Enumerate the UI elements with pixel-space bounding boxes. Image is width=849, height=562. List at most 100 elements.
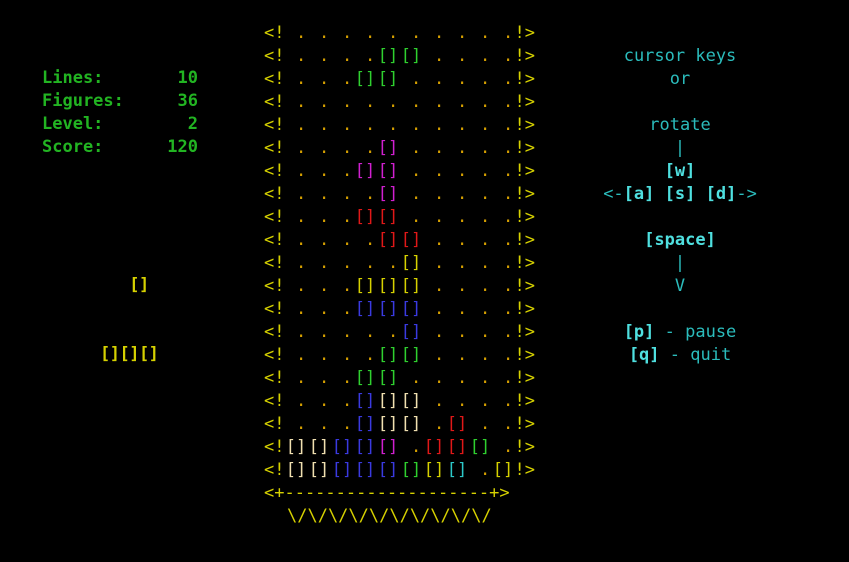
empty-cell: .: [354, 322, 376, 342]
empty-cell: .: [331, 391, 353, 411]
empty-cell: .: [446, 368, 468, 388]
block-cell: []: [354, 69, 376, 89]
block-cell: []: [354, 299, 376, 319]
empty-cell: .: [331, 322, 353, 342]
right-wall: !>: [514, 161, 535, 181]
key-rotate: [w]: [664, 161, 696, 181]
empty-cell: .: [285, 253, 307, 273]
left-wall: <!: [264, 437, 285, 457]
empty-cell: .: [469, 299, 491, 319]
empty-cell: .: [308, 276, 330, 296]
score-value: 120: [167, 137, 198, 157]
right-wall: !>: [514, 368, 535, 388]
quit-label: - quit: [659, 345, 732, 365]
right-wall: !>: [514, 276, 535, 296]
empty-cell: .: [446, 345, 468, 365]
left-wall: <!: [264, 299, 285, 319]
left-wall: <!: [264, 207, 285, 227]
right-wall: !>: [514, 138, 535, 158]
empty-cell: .: [331, 138, 353, 158]
next-piece-row-2: [][][]: [100, 344, 159, 364]
well-row: <! . . . .[][] . . . . !>: [264, 45, 535, 68]
empty-cell: .: [423, 322, 445, 342]
figures-label: Figures:: [42, 91, 124, 111]
key-drop: [space]: [644, 230, 716, 250]
empty-cell: .: [446, 184, 468, 204]
left-wall: <!: [264, 138, 285, 158]
next-piece-row-1: []: [100, 275, 149, 295]
empty-cell: .: [308, 184, 330, 204]
block-cell: []: [377, 276, 399, 296]
empty-cell: .: [331, 345, 353, 365]
empty-cell: .: [285, 23, 307, 43]
empty-cell: .: [469, 414, 491, 434]
empty-cell: .: [492, 345, 514, 365]
empty-cell: .: [492, 299, 514, 319]
right-wall: !>: [514, 414, 535, 434]
empty-cell: .: [446, 69, 468, 89]
key-left: [a]: [623, 184, 655, 204]
well-row: <! . . .[][] . . . . . !>: [264, 206, 535, 229]
empty-cell: .: [492, 161, 514, 181]
block-cell: []: [354, 161, 376, 181]
level-label: Level:: [42, 114, 104, 134]
empty-cell: .: [331, 92, 353, 112]
empty-cell: .: [423, 253, 445, 273]
empty-cell: .: [446, 138, 468, 158]
empty-cell: .: [331, 115, 353, 135]
right-arrow-icon: ->: [736, 184, 757, 204]
left-wall: <!: [264, 322, 285, 342]
empty-cell: .: [423, 368, 445, 388]
empty-cell: .: [423, 115, 445, 135]
empty-cell: .: [492, 322, 514, 342]
block-cell: []: [308, 460, 330, 480]
empty-cell: .: [354, 23, 376, 43]
block-cell: []: [400, 391, 422, 411]
empty-cell: .: [331, 46, 353, 66]
empty-cell: .: [400, 368, 422, 388]
right-wall: !>: [514, 92, 535, 112]
block-cell: []: [377, 207, 399, 227]
empty-cell: .: [377, 322, 399, 342]
empty-cell: .: [469, 207, 491, 227]
empty-cell: .: [492, 23, 514, 43]
empty-cell: .: [423, 69, 445, 89]
empty-cell: .: [331, 299, 353, 319]
right-wall: !>: [514, 207, 535, 227]
empty-cell: .: [469, 345, 491, 365]
block-cell: []: [377, 69, 399, 89]
empty-cell: .: [446, 391, 468, 411]
well-row: <![][][][][][][][] .[] !>: [264, 459, 535, 482]
block-cell: []: [423, 460, 445, 480]
empty-cell: .: [400, 92, 422, 112]
empty-cell: .: [400, 437, 422, 457]
help-blank-2: [560, 206, 800, 229]
block-cell: []: [285, 437, 307, 457]
empty-cell: .: [308, 345, 330, 365]
left-wall: <!: [264, 184, 285, 204]
empty-cell: .: [377, 23, 399, 43]
well-row: <![][][][][] .[][][] . !>: [264, 436, 535, 459]
block-cell: []: [423, 437, 445, 457]
empty-cell: .: [469, 230, 491, 250]
help-move-keys: <-[a] [s] [d]->: [560, 183, 800, 206]
well-row: <! . . . .[] . . . . . !>: [264, 137, 535, 160]
empty-cell: .: [331, 184, 353, 204]
empty-cell: .: [331, 69, 353, 89]
empty-cell: .: [423, 391, 445, 411]
block-cell: []: [446, 414, 468, 434]
lines-label: Lines:: [42, 68, 104, 88]
right-wall: !>: [514, 299, 535, 319]
empty-cell: .: [285, 414, 307, 434]
key-right: [d]: [705, 184, 737, 204]
empty-cell: .: [331, 414, 353, 434]
empty-cell: .: [492, 115, 514, 135]
block-cell: []: [377, 184, 399, 204]
lines-value: 10: [177, 68, 198, 88]
block-cell: []: [400, 414, 422, 434]
block-cell: []: [446, 460, 468, 480]
empty-cell: .: [308, 230, 330, 250]
empty-cell: .: [446, 253, 468, 273]
empty-cell: .: [400, 161, 422, 181]
block-cell: []: [354, 414, 376, 434]
